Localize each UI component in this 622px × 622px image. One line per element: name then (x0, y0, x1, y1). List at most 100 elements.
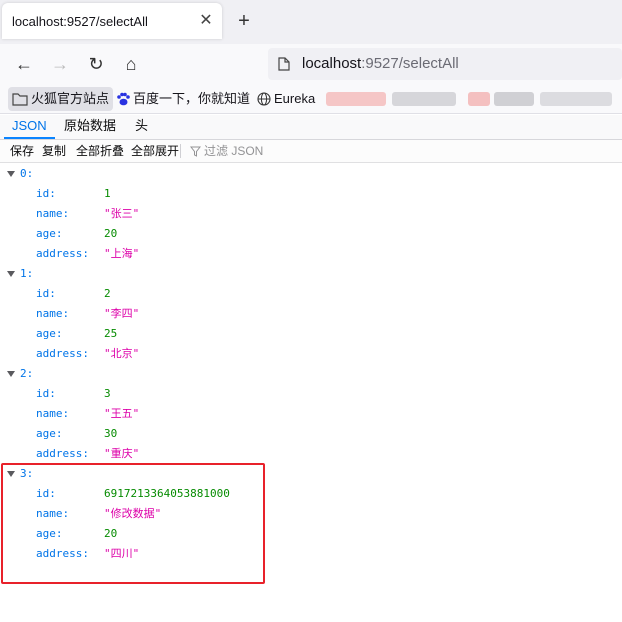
record-row[interactable]: 3: (0, 464, 622, 484)
back-icon[interactable]: ← (12, 52, 36, 76)
tab-headers[interactable]: 头 (127, 115, 156, 139)
expand-toggle-icon[interactable] (7, 171, 15, 177)
browser-tab[interactable]: localhost:9527/selectAll ✕ (2, 3, 222, 39)
property-value: "重庆" (104, 447, 140, 460)
property-key: age: (36, 227, 63, 240)
property-row: id: 6917213364053881000 (0, 484, 622, 504)
blurred-bookmark (540, 92, 612, 106)
property-value: "张三" (104, 207, 140, 220)
blurred-bookmark (392, 92, 456, 106)
new-tab-icon[interactable]: + (234, 10, 254, 32)
property-value: 6917213364053881000 (104, 487, 230, 500)
bookmark-baidu[interactable]: 百度一下，你就知道 (112, 87, 254, 111)
tab-json[interactable]: JSON (4, 115, 55, 139)
property-row: name: "张三" (0, 204, 622, 224)
close-tab-icon[interactable]: ✕ (196, 11, 216, 31)
bookmark-firefox-site[interactable]: 火狐官方站点 (8, 87, 114, 111)
property-key: address: (36, 247, 89, 260)
bookmark-eureka[interactable]: Eureka (253, 87, 319, 111)
property-value: "北京" (104, 347, 140, 360)
property-row: age: 20 (0, 224, 622, 244)
tab-raw-data[interactable]: 原始数据 (56, 115, 124, 139)
collapse-all-button[interactable]: 全部折叠 (76, 143, 124, 159)
property-row: name: "李四" (0, 304, 622, 324)
property-row: id: 2 (0, 284, 622, 304)
property-row: age: 30 (0, 424, 622, 444)
baidu-paw-icon (117, 92, 130, 106)
property-value: 20 (104, 527, 118, 540)
property-value: "上海" (104, 247, 140, 260)
navigation-bar: ← → ↻ ⌂ localhost:9527/selectAll (0, 44, 622, 84)
property-key: address: (36, 347, 89, 360)
property-value: 2 (104, 287, 111, 300)
property-value: "四川" (104, 547, 140, 560)
bookmark-label: 火狐官方站点 (31, 91, 110, 106)
property-key: name: (36, 207, 70, 220)
record-row[interactable]: 2: (0, 364, 622, 384)
copy-button[interactable]: 复制 (42, 143, 66, 159)
property-row: address: "上海" (0, 244, 622, 264)
record-index: 3: (20, 467, 34, 480)
save-button[interactable]: 保存 (10, 143, 34, 159)
property-row: address: "北京" (0, 344, 622, 364)
property-key: id: (36, 187, 56, 200)
expand-all-button[interactable]: 全部展开 (131, 143, 179, 159)
property-key: age: (36, 327, 63, 340)
property-row: name: "王五" (0, 404, 622, 424)
blurred-bookmark (468, 92, 490, 106)
property-row: name: "修改数据" (0, 504, 622, 524)
blurred-bookmark (326, 92, 386, 106)
property-value: 25 (104, 327, 118, 340)
url-path: :9527/selectAll (361, 55, 459, 72)
property-row: age: 20 (0, 524, 622, 544)
toolbar-divider (180, 144, 181, 158)
record-row[interactable]: 1: (0, 264, 622, 284)
tab-title: localhost:9527/selectAll (12, 14, 148, 29)
property-row: age: 25 (0, 324, 622, 344)
record-index: 2: (20, 367, 34, 380)
url-host: localhost (302, 55, 362, 72)
filter-icon (189, 146, 202, 157)
property-key: id: (36, 287, 56, 300)
json-tree: 0: id: 1 name: "张三" age: 20 address: "上海" 1:… (0, 164, 622, 564)
expand-toggle-icon[interactable] (7, 271, 15, 277)
property-row: address: "四川" (0, 544, 622, 564)
record-index: 1: (20, 267, 34, 280)
property-key: id: (36, 487, 56, 500)
bookmarks-bar: 火狐官方站点 百度一下，你就知道 Eureka (0, 84, 622, 114)
property-row: id: 3 (0, 384, 622, 404)
globe-icon (257, 92, 271, 106)
expand-toggle-icon[interactable] (7, 371, 15, 377)
home-icon[interactable]: ⌂ (119, 52, 143, 76)
bookmark-label: 百度一下，你就知道 (133, 91, 251, 106)
property-value: "李四" (104, 307, 140, 320)
property-key: name: (36, 507, 70, 520)
record-index: 0: (20, 167, 34, 180)
forward-icon[interactable]: → (48, 52, 72, 76)
bookmark-label: Eureka (274, 91, 316, 106)
address-bar[interactable]: localhost:9527/selectAll (268, 48, 622, 80)
json-viewer-tabs: JSON 原始数据 头 (0, 115, 622, 140)
page-icon (278, 57, 290, 71)
property-key: id: (36, 387, 56, 400)
property-key: name: (36, 407, 70, 420)
property-value: 1 (104, 187, 111, 200)
url-text: localhost:9527/selectAll (302, 55, 459, 72)
property-key: name: (36, 307, 70, 320)
property-key: address: (36, 547, 89, 560)
record-row[interactable]: 0: (0, 164, 622, 184)
reload-icon[interactable]: ↻ (84, 52, 108, 76)
property-value: "修改数据" (104, 507, 162, 520)
filter-placeholder: 过滤 JSON (204, 144, 264, 158)
property-value: "王五" (104, 407, 140, 420)
property-key: age: (36, 527, 63, 540)
json-toolbar: 保存 复制 全部折叠 全部展开 过滤 JSON (0, 140, 622, 163)
property-key: age: (36, 427, 63, 440)
filter-json-input[interactable]: 过滤 JSON (189, 143, 264, 159)
expand-toggle-icon[interactable] (7, 471, 15, 477)
blurred-bookmark (494, 92, 534, 106)
property-value: 30 (104, 427, 118, 440)
property-key: address: (36, 447, 89, 460)
property-value: 20 (104, 227, 118, 240)
property-row: id: 1 (0, 184, 622, 204)
